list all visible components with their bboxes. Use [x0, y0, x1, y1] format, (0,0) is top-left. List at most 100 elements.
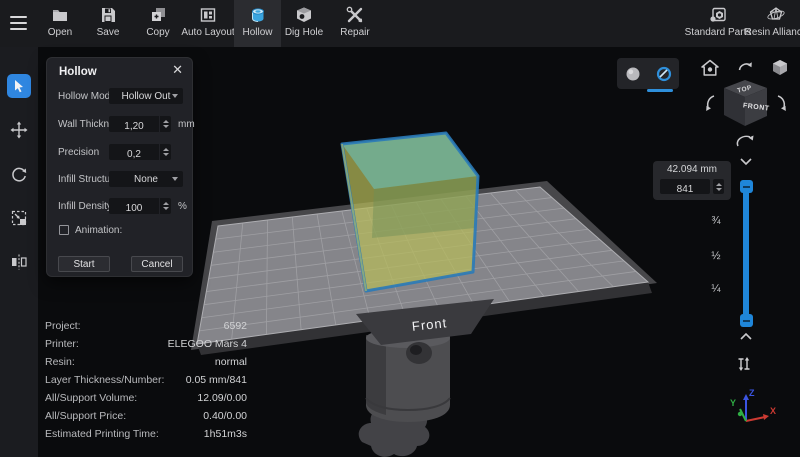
view-cube[interactable]: TOP FRONT — [724, 80, 770, 126]
animation-checkbox-label: Animation: — [75, 225, 122, 236]
toolbar-dig-hole-label: Dig Hole — [285, 27, 323, 38]
slider-mark-half: ½ — [708, 250, 724, 262]
dig-hole-icon — [294, 5, 314, 25]
infill-density-label: Infill Density — [58, 201, 112, 212]
info-value: 0.05 mm/841 — [186, 374, 247, 386]
tool-rotate-button[interactable] — [7, 162, 31, 186]
layer-number-stepper[interactable] — [713, 179, 724, 194]
toolbar-copy-button[interactable]: Copy — [134, 0, 182, 47]
info-row-price: All/Support Price: 0.40/0.00 — [45, 407, 247, 425]
toolbar-hollow-button[interactable]: Hollow — [234, 0, 281, 47]
move-icon — [10, 121, 28, 139]
infill-density-stepper[interactable] — [160, 198, 171, 214]
axes-triad: Z X Y — [730, 388, 776, 421]
copy-icon — [148, 5, 168, 25]
chevron-down-icon — [172, 94, 178, 98]
info-label: Project: — [45, 320, 81, 332]
wall-thickness-stepper[interactable] — [160, 116, 171, 132]
tool-sidebar — [0, 47, 38, 457]
rotate-up-arrow-icon[interactable] — [735, 59, 755, 75]
scale-icon — [10, 209, 28, 227]
hollow-mode-dropdown[interactable]: Hollow Out — [109, 88, 183, 104]
model-cube[interactable] — [342, 133, 478, 291]
tool-select-button[interactable] — [7, 74, 31, 98]
toolbar-repair-label: Repair — [340, 27, 369, 38]
start-button[interactable]: Start — [58, 256, 110, 272]
slider-collapse-chevron-icon[interactable] — [737, 155, 755, 167]
view-cube-widget[interactable]: TOP FRONT — [698, 76, 798, 150]
axis-y-label: Y — [730, 398, 736, 408]
toolbar-resin-alliance-label: Resin Alliance — [745, 27, 800, 38]
info-value: normal — [215, 356, 247, 368]
mirror-icon — [10, 253, 28, 271]
hollow-dialog-title: Hollow — [59, 66, 97, 78]
toolbar-save-button[interactable]: Save — [84, 0, 132, 47]
cancel-button[interactable]: Cancel — [131, 256, 183, 272]
hollow-mode-label: Hollow Mode — [58, 91, 116, 102]
toolbar-open-button[interactable]: Open — [36, 0, 84, 47]
solid-view-button[interactable] — [624, 65, 642, 83]
model-height-panel: 42.094 mm — [653, 161, 731, 200]
home-view-button[interactable] — [700, 59, 720, 77]
rotate-down-arrow-icon[interactable] — [737, 136, 753, 147]
info-label: All/Support Price: — [45, 410, 126, 422]
hollow-cylinder-icon — [248, 5, 268, 25]
animation-checkbox[interactable] — [59, 225, 69, 235]
hollow-mode-value: Hollow Out — [122, 91, 171, 102]
infill-structure-dropdown[interactable]: None — [109, 171, 183, 187]
toolbar-resin-alliance-button[interactable]: Resin Alliance — [738, 0, 800, 47]
toolbar-auto-layout-button[interactable]: Auto Layout — [176, 0, 240, 47]
precision-label: Precision — [58, 147, 99, 158]
model-height-value: 42.094 mm — [653, 164, 731, 175]
precision-input[interactable] — [109, 144, 159, 160]
swap-range-icon[interactable] — [735, 355, 753, 373]
select-cursor-icon — [12, 79, 26, 93]
menu-hamburger-icon[interactable] — [10, 16, 27, 30]
info-value: 0.40/0.00 — [203, 410, 247, 422]
infill-structure-value: None — [134, 174, 158, 185]
save-floppy-icon — [98, 5, 118, 25]
info-label: All/Support Volume: — [45, 392, 137, 404]
close-icon[interactable]: ✕ — [172, 63, 183, 77]
info-label: Resin: — [45, 356, 75, 368]
top-toolbar: Open Save Copy Auto Layout — [0, 0, 800, 47]
layer-number-input[interactable] — [660, 179, 710, 194]
build-platform-pedestal — [359, 328, 450, 457]
tool-mirror-button[interactable] — [7, 250, 31, 274]
info-value: 1h51m3s — [204, 428, 247, 440]
layer-slider-top-handle[interactable] — [740, 180, 753, 193]
transparent-view-button[interactable] — [655, 65, 673, 83]
toolbar-save-label: Save — [97, 27, 120, 38]
chevron-down-icon — [172, 177, 178, 181]
perspective-cube-icon[interactable] — [770, 58, 790, 77]
info-value: 12.09/0.00 — [197, 392, 247, 404]
toolbar-open-label: Open — [48, 27, 72, 38]
slider-expand-chevron-icon[interactable] — [737, 331, 755, 343]
toolbar-hollow-label: Hollow — [242, 27, 272, 38]
toolbar-dig-hole-button[interactable]: Dig Hole — [279, 0, 329, 47]
rotate-right-arrow-icon[interactable] — [778, 96, 786, 111]
rotate-icon — [10, 165, 28, 183]
layer-slider-bottom-handle[interactable] — [740, 314, 753, 327]
auto-layout-icon — [198, 5, 218, 25]
layer-range-slider-track[interactable] — [743, 187, 749, 321]
infill-density-input[interactable] — [109, 198, 159, 214]
wall-thickness-unit: mm — [178, 119, 195, 130]
axis-z-label: Z — [749, 388, 755, 398]
toolbar-repair-button[interactable]: Repair — [331, 0, 379, 47]
info-value: 6592 — [224, 320, 247, 332]
wall-thickness-input[interactable] — [109, 116, 159, 132]
slider-mark-three-quarters: ¾ — [708, 215, 724, 227]
rotate-left-arrow-icon[interactable] — [706, 96, 714, 111]
repair-tools-icon — [345, 5, 365, 25]
info-value: ELEGOO Mars 4 — [168, 338, 247, 350]
slider-mark-quarter: ¼ — [708, 283, 724, 295]
info-row-layer: Layer Thickness/Number: 0.05 mm/841 — [45, 371, 247, 389]
slicer-app: Front Z X Y Open — [0, 0, 800, 457]
tool-scale-button[interactable] — [7, 206, 31, 230]
info-label: Layer Thickness/Number: — [45, 374, 164, 386]
tool-move-button[interactable] — [7, 118, 31, 142]
resin-alliance-gem-icon — [766, 5, 786, 25]
precision-stepper[interactable] — [160, 144, 171, 160]
info-label: Estimated Printing Time: — [45, 428, 159, 440]
